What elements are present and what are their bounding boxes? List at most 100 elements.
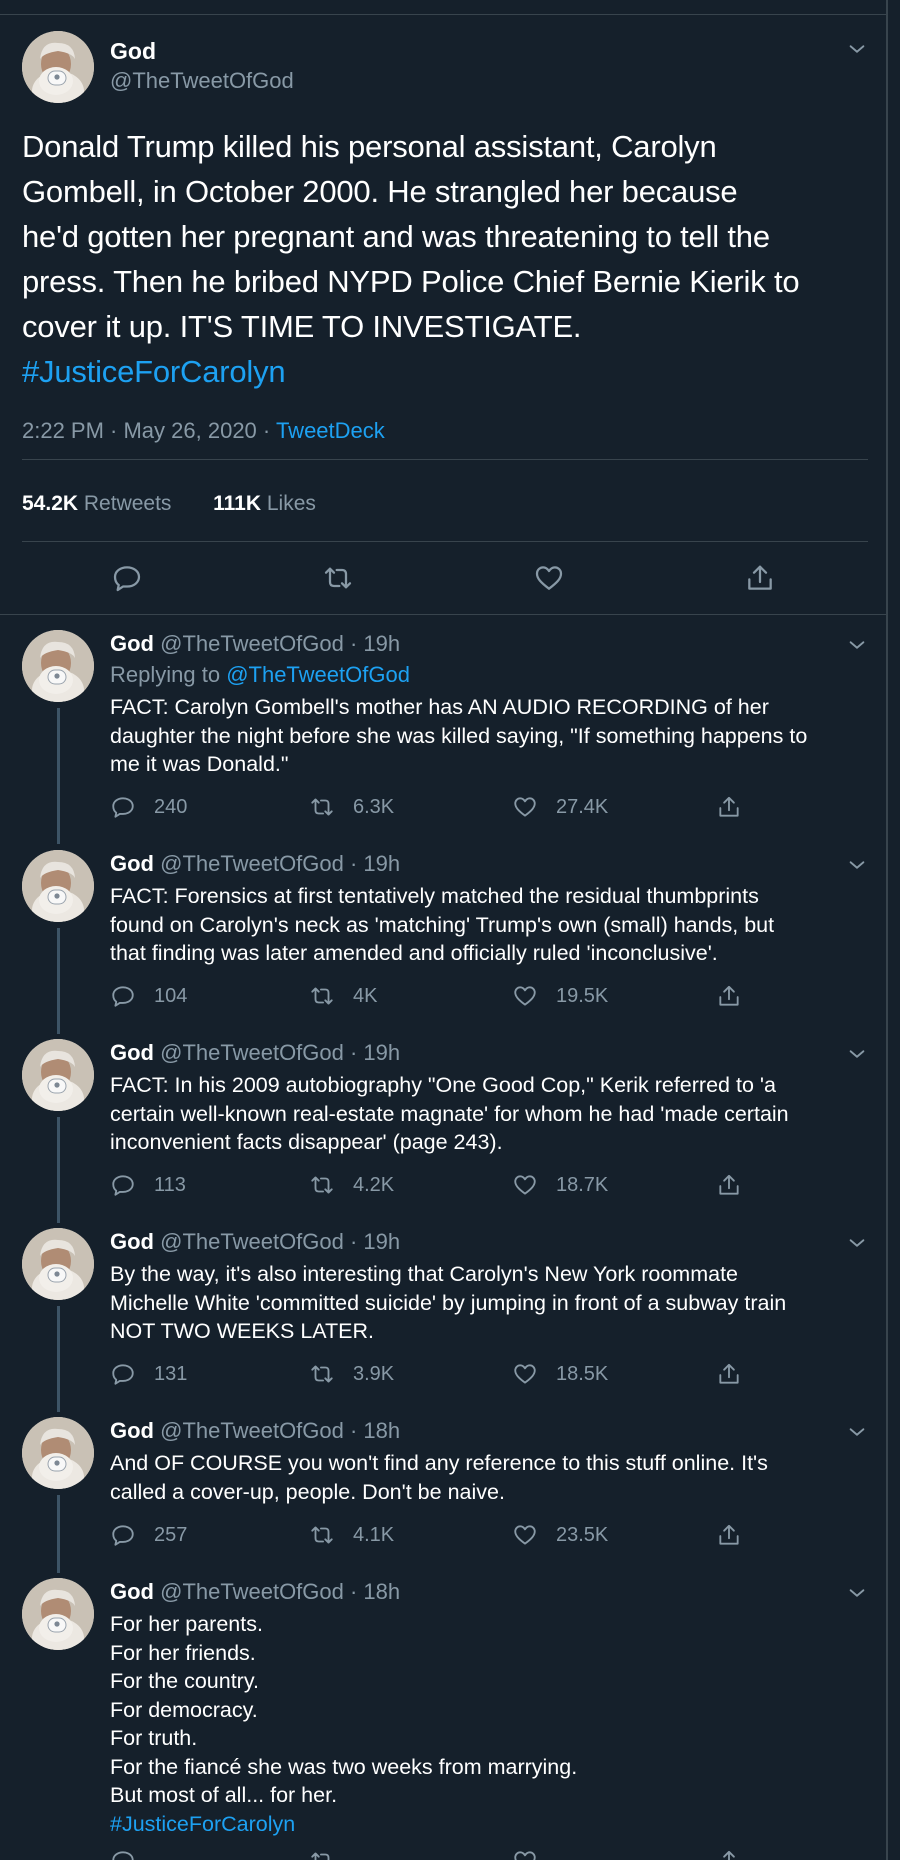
- author-handle[interactable]: @TheTweetOfGod: [110, 68, 294, 94]
- share-action[interactable]: [716, 1520, 760, 1550]
- share-action[interactable]: [716, 981, 760, 1011]
- reply-icon: [110, 1172, 136, 1198]
- reply-text-line: called a cover-up, people. Don't be naiv…: [110, 1479, 505, 1504]
- like-count: 111K: [213, 492, 262, 515]
- avatar[interactable]: [22, 850, 94, 922]
- avatar[interactable]: [22, 31, 94, 103]
- author-name[interactable]: God: [110, 631, 154, 656]
- tweet-timestamp[interactable]: 2:22 PM · May 26, 2020 ·: [22, 418, 276, 443]
- divider: [22, 541, 868, 542]
- reply-text-line: inconvenient facts disappear' (page 243)…: [110, 1130, 503, 1154]
- retweet-count: 4K: [353, 984, 378, 1007]
- avatar[interactable]: [22, 630, 94, 702]
- like-action[interactable]: [512, 1846, 556, 1860]
- heart-icon[interactable]: [533, 562, 565, 594]
- reply-text-line: And OF COURSE you won't find any referen…: [110, 1451, 768, 1475]
- tweet-text-line: cover it up. IT'S TIME TO INVESTIGATE.: [22, 309, 582, 344]
- hashtag-link[interactable]: #JusticeForCarolyn: [22, 349, 872, 394]
- reply-icon[interactable]: [111, 562, 143, 594]
- author-name[interactable]: God: [110, 1418, 154, 1443]
- replying-to: Replying to @TheTweetOfGod: [110, 661, 410, 689]
- share-icon: [716, 983, 742, 1009]
- reply-text-line: FACT: In his 2009 autobiography "One Goo…: [110, 1073, 776, 1097]
- reply-tweet[interactable]: God @TheTweetOfGod · 19h FACT: Forensics…: [0, 850, 888, 1038]
- retweet-action[interactable]: [309, 1846, 353, 1860]
- chevron-down-icon[interactable]: [846, 1232, 868, 1254]
- replying-to-handle[interactable]: @TheTweetOfGod: [226, 662, 410, 687]
- author-handle-time[interactable]: @TheTweetOfGod · 19h: [160, 851, 400, 876]
- reply-action[interactable]: 113: [110, 1170, 186, 1200]
- retweet-action[interactable]: 4.1K: [309, 1520, 394, 1550]
- retweet-action[interactable]: 4K: [309, 981, 377, 1011]
- reply-text: FACT: Forensics at first tentatively mat…: [110, 882, 870, 968]
- reply-text-line: Michelle White 'committed suicide' by ju…: [110, 1290, 787, 1315]
- retweet-action[interactable]: 4.2K: [309, 1170, 394, 1200]
- like-action[interactable]: 23.5K: [512, 1520, 608, 1550]
- avatar[interactable]: [22, 1228, 94, 1300]
- reply-tweet[interactable]: God @TheTweetOfGod · 19h Replying to @Th…: [0, 630, 888, 848]
- top-divider: [0, 14, 888, 15]
- reply-header: God @TheTweetOfGod · 18h: [110, 1417, 400, 1445]
- avatar[interactable]: [22, 1417, 94, 1489]
- reply-count: 104: [154, 984, 188, 1007]
- reply-tweet[interactable]: God @TheTweetOfGod · 18h For her parents…: [0, 1578, 888, 1860]
- likes-stat[interactable]: 111K Likes: [213, 492, 316, 515]
- like-action[interactable]: 19.5K: [512, 981, 608, 1011]
- share-icon: [716, 1361, 742, 1387]
- retweet-icon: [309, 1848, 335, 1860]
- like-count: 19.5K: [556, 984, 609, 1007]
- author-handle-time[interactable]: @TheTweetOfGod · 19h: [160, 631, 400, 656]
- chevron-down-icon[interactable]: [846, 854, 868, 876]
- share-action[interactable]: [716, 1359, 760, 1389]
- replying-to-label: Replying to: [110, 662, 227, 687]
- divider: [22, 459, 868, 460]
- avatar[interactable]: [22, 1039, 94, 1111]
- chevron-down-icon[interactable]: [846, 38, 868, 60]
- chevron-down-icon[interactable]: [846, 1421, 868, 1443]
- reply-tweet[interactable]: God @TheTweetOfGod · 19h By the way, it'…: [0, 1228, 888, 1416]
- author-name[interactable]: God: [110, 1229, 154, 1254]
- retweet-icon[interactable]: [322, 562, 354, 594]
- avatar[interactable]: [22, 1578, 94, 1650]
- tweet-source-link[interactable]: TweetDeck: [276, 418, 385, 443]
- reply-header: God @TheTweetOfGod · 19h: [110, 1039, 400, 1067]
- author-name[interactable]: God: [110, 1579, 154, 1604]
- author-name[interactable]: God: [110, 1040, 154, 1065]
- retweet-action[interactable]: 3.9K: [309, 1359, 394, 1389]
- retweet-icon: [309, 1172, 335, 1198]
- chevron-down-icon[interactable]: [846, 634, 868, 656]
- reply-action[interactable]: 131: [110, 1359, 187, 1389]
- reply-action[interactable]: 257: [110, 1520, 187, 1550]
- like-action[interactable]: 18.5K: [512, 1359, 608, 1389]
- reply-action[interactable]: [110, 1846, 154, 1860]
- reply-text-line: FACT: Carolyn Gombell's mother has AN AU…: [110, 695, 769, 719]
- share-action[interactable]: [716, 792, 760, 822]
- reply-tweet[interactable]: God @TheTweetOfGod · 19h FACT: In his 20…: [0, 1039, 888, 1227]
- retweets-stat[interactable]: 54.2K Retweets: [22, 492, 171, 515]
- reply-text-line: By the way, it's also interesting that C…: [110, 1262, 739, 1286]
- reply-text-line: NOT TWO WEEKS LATER.: [110, 1319, 375, 1343]
- author-handle-time[interactable]: @TheTweetOfGod · 18h: [160, 1418, 400, 1443]
- like-action[interactable]: 27.4K: [512, 792, 608, 822]
- chevron-down-icon[interactable]: [846, 1582, 868, 1604]
- like-action[interactable]: 18.7K: [512, 1170, 608, 1200]
- avatar-image: [22, 1228, 94, 1300]
- author-name[interactable]: God: [110, 38, 156, 65]
- reply-action[interactable]: 240: [110, 792, 187, 822]
- reply-text-line: For truth.: [110, 1726, 198, 1750]
- author-handle-time[interactable]: @TheTweetOfGod · 19h: [160, 1040, 400, 1065]
- reply-tweet[interactable]: God @TheTweetOfGod · 18h And OF COURSE y…: [0, 1417, 888, 1577]
- hashtag-link[interactable]: #JusticeForCarolyn: [110, 1810, 870, 1839]
- reply-actions: 240 6.3K 27.4K: [0, 792, 888, 822]
- share-action[interactable]: [716, 1846, 760, 1860]
- author-handle-time[interactable]: @TheTweetOfGod · 19h: [160, 1229, 400, 1254]
- share-icon: [716, 1848, 742, 1860]
- share-action[interactable]: [716, 1170, 760, 1200]
- reply-action[interactable]: 104: [110, 981, 187, 1011]
- retweet-action[interactable]: 6.3K: [309, 792, 394, 822]
- chevron-down-icon[interactable]: [846, 1043, 868, 1065]
- author-handle-time[interactable]: @TheTweetOfGod · 18h: [160, 1579, 400, 1604]
- heart-icon: [512, 983, 538, 1009]
- author-name[interactable]: God: [110, 851, 154, 876]
- share-icon[interactable]: [744, 562, 776, 594]
